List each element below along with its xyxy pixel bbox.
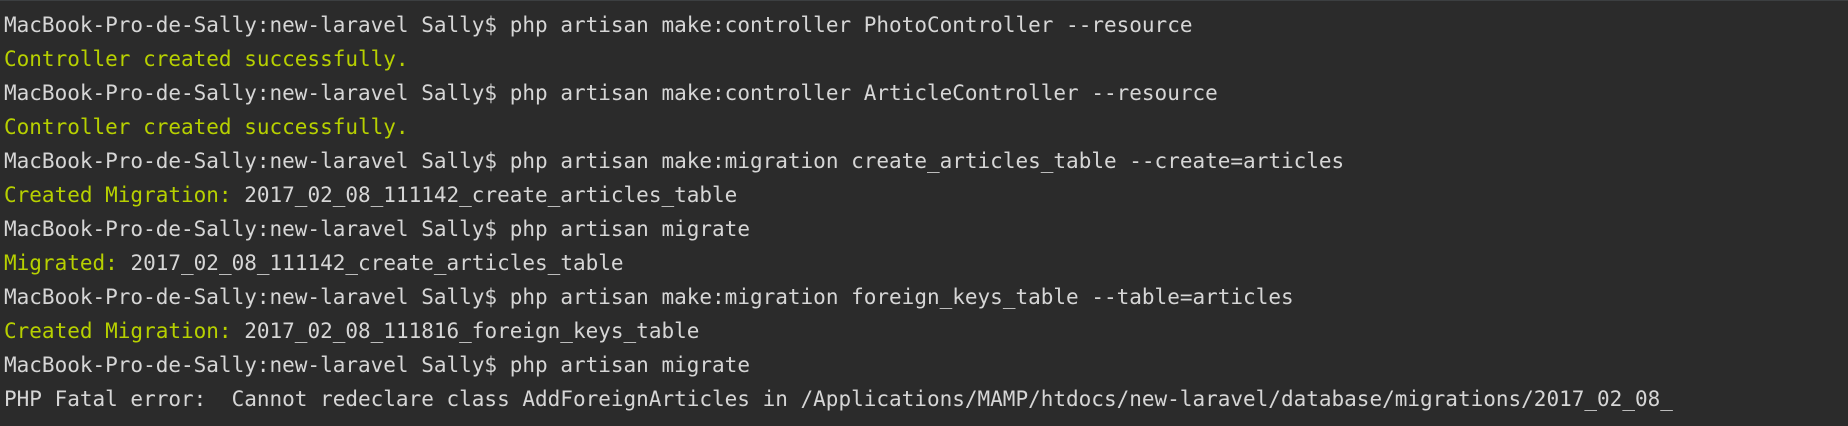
success-label: Controller created successfully. (4, 115, 409, 139)
shell-prompt: MacBook-Pro-de-Sally:new-laravel Sally$ (4, 149, 498, 173)
error-text: PHP Fatal error: Cannot redeclare class … (4, 387, 1673, 411)
success-label: Created Migration: (4, 183, 232, 207)
command-text: php artisan make:controller PhotoControl… (509, 13, 1193, 37)
terminal-line-command: MacBook-Pro-de-Sally:new-laravel Sally$ … (4, 212, 1848, 246)
terminal-line-error: PHP Fatal error: Cannot redeclare class … (4, 382, 1848, 416)
migration-name: 2017_02_08_111142_create_articles_table (244, 183, 738, 207)
command-text: php artisan make:migration create_articl… (509, 149, 1345, 173)
terminal-line-output: Created Migration: 2017_02_08_111816_for… (4, 314, 1848, 348)
shell-prompt: MacBook-Pro-de-Sally:new-laravel Sally$ (4, 285, 498, 309)
terminal-line-command: MacBook-Pro-de-Sally:new-laravel Sally$ … (4, 76, 1848, 110)
command-text: php artisan migrate (509, 217, 750, 241)
terminal-line-command: MacBook-Pro-de-Sally:new-laravel Sally$ … (4, 348, 1848, 382)
top-divider (0, 0, 1848, 1)
terminal-line-command: MacBook-Pro-de-Sally:new-laravel Sally$ … (4, 144, 1848, 178)
shell-prompt: MacBook-Pro-de-Sally:new-laravel Sally$ (4, 353, 498, 377)
terminal-output: MacBook-Pro-de-Sally:new-laravel Sally$ … (4, 8, 1848, 416)
shell-prompt: MacBook-Pro-de-Sally:new-laravel Sally$ (4, 81, 498, 105)
terminal-line-command: MacBook-Pro-de-Sally:new-laravel Sally$ … (4, 280, 1848, 314)
terminal-line-output: Controller created successfully. (4, 110, 1848, 144)
terminal-line-output: Migrated: 2017_02_08_111142_create_artic… (4, 246, 1848, 280)
terminal-window[interactable]: MacBook-Pro-de-Sally:new-laravel Sally$ … (0, 0, 1848, 426)
command-text: php artisan make:migration foreign_keys_… (509, 285, 1294, 309)
terminal-line-output: Controller created successfully. (4, 42, 1848, 76)
command-text: php artisan make:controller ArticleContr… (509, 81, 1218, 105)
shell-prompt: MacBook-Pro-de-Sally:new-laravel Sally$ (4, 13, 498, 37)
success-label: Created Migration: (4, 319, 232, 343)
shell-prompt: MacBook-Pro-de-Sally:new-laravel Sally$ (4, 217, 498, 241)
command-text: php artisan migrate (509, 353, 750, 377)
terminal-line-output: Created Migration: 2017_02_08_111142_cre… (4, 178, 1848, 212)
success-label: Migrated: (4, 251, 118, 275)
migration-name: 2017_02_08_111142_create_articles_table (130, 251, 624, 275)
migration-name: 2017_02_08_111816_foreign_keys_table (244, 319, 700, 343)
terminal-line-command: MacBook-Pro-de-Sally:new-laravel Sally$ … (4, 8, 1848, 42)
success-label: Controller created successfully. (4, 47, 409, 71)
